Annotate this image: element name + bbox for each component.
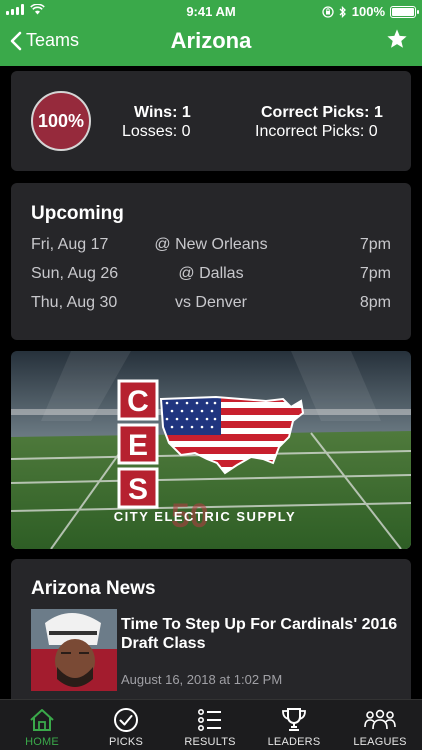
losses-stat: Losses: 0	[122, 123, 191, 140]
back-button[interactable]: Teams	[10, 30, 79, 51]
tab-results[interactable]: RESULTS	[168, 700, 252, 750]
news-thumbnail[interactable]	[31, 609, 117, 691]
ces-letter-s: S	[128, 473, 148, 506]
tab-leagues-label: LEAGUES	[353, 736, 407, 748]
tab-results-label: RESULTS	[184, 736, 236, 748]
app-header: 9:41 AM 100% Teams Arizona	[0, 0, 422, 66]
game-opponent: @ Dallas	[178, 265, 244, 282]
tab-picks[interactable]: PICKS	[84, 700, 168, 750]
news-card: Arizona News Time To Step Up For Cardina…	[11, 559, 411, 709]
chevron-left-icon	[10, 31, 22, 50]
correct-picks-stat: Correct Picks: 1	[261, 104, 383, 121]
bluetooth-icon	[339, 5, 346, 18]
back-button-label: Teams	[26, 30, 80, 50]
list-icon	[197, 708, 221, 731]
navigation-bar: Teams Arizona	[0, 24, 422, 64]
news-date: August 16, 2018 at 1:02 PM	[121, 672, 283, 687]
sponsor-banner-image: 50 C E S CITY ELECTRIC SUPPLY	[11, 351, 411, 549]
orientation-lock-icon	[322, 5, 334, 18]
game-row[interactable]: Sun, Aug 26 @ Dallas 7pm	[31, 265, 391, 285]
tab-leaders-label: LEADERS	[267, 736, 321, 748]
upcoming-title: Upcoming	[31, 203, 124, 224]
home-icon	[30, 709, 54, 731]
tab-leagues[interactable]: LEAGUES	[338, 700, 422, 750]
ces-letter-c: C	[127, 385, 149, 418]
status-bar: 9:41 AM 100%	[0, 0, 422, 22]
battery-icon	[390, 5, 419, 18]
wins-stat: Wins: 1	[134, 104, 191, 121]
news-headline[interactable]: Time To Step Up For Cardinals' 2016 Draf…	[121, 615, 401, 653]
favorite-star-button[interactable]	[386, 28, 408, 57]
win-percentage-badge: 100%	[31, 91, 91, 151]
star-icon	[387, 29, 407, 48]
sponsor-banner[interactable]: 50 C E S CITY ELECTRIC SUPPLY	[11, 351, 411, 549]
trophy-icon	[282, 708, 306, 731]
checkmark-circle-icon	[114, 708, 138, 732]
game-time: 7pm	[359, 265, 391, 282]
record-card: 100% Wins: 1 Losses: 0 Correct Picks: 1 …	[11, 71, 411, 171]
incorrect-picks-stat: Incorrect Picks: 0	[255, 123, 378, 140]
upcoming-games-card: Upcoming Fri, Aug 17 @ New Orleans 7pm S…	[11, 183, 411, 340]
game-row[interactable]: Fri, Aug 17 @ New Orleans 7pm	[31, 236, 391, 256]
game-time: 7pm	[359, 236, 391, 253]
tab-home-label: HOME	[25, 736, 59, 748]
sponsor-name: CITY ELECTRIC SUPPLY	[114, 509, 296, 524]
ces-letter-e: E	[128, 429, 148, 462]
tab-bar: HOME PICKS RESULTS LEADERS LEAGUES	[0, 699, 422, 750]
battery-percent: 100%	[351, 4, 385, 19]
tab-picks-label: PICKS	[108, 736, 143, 748]
game-opponent: vs Denver	[174, 294, 248, 311]
game-opponent: @ New Orleans	[154, 236, 268, 253]
news-title: Arizona News	[31, 578, 156, 599]
tab-home[interactable]: HOME	[0, 700, 84, 750]
people-icon	[364, 709, 396, 730]
game-row[interactable]: Thu, Aug 30 vs Denver 8pm	[31, 294, 391, 314]
tab-leaders[interactable]: LEADERS	[252, 700, 336, 750]
game-time: 8pm	[359, 294, 391, 311]
